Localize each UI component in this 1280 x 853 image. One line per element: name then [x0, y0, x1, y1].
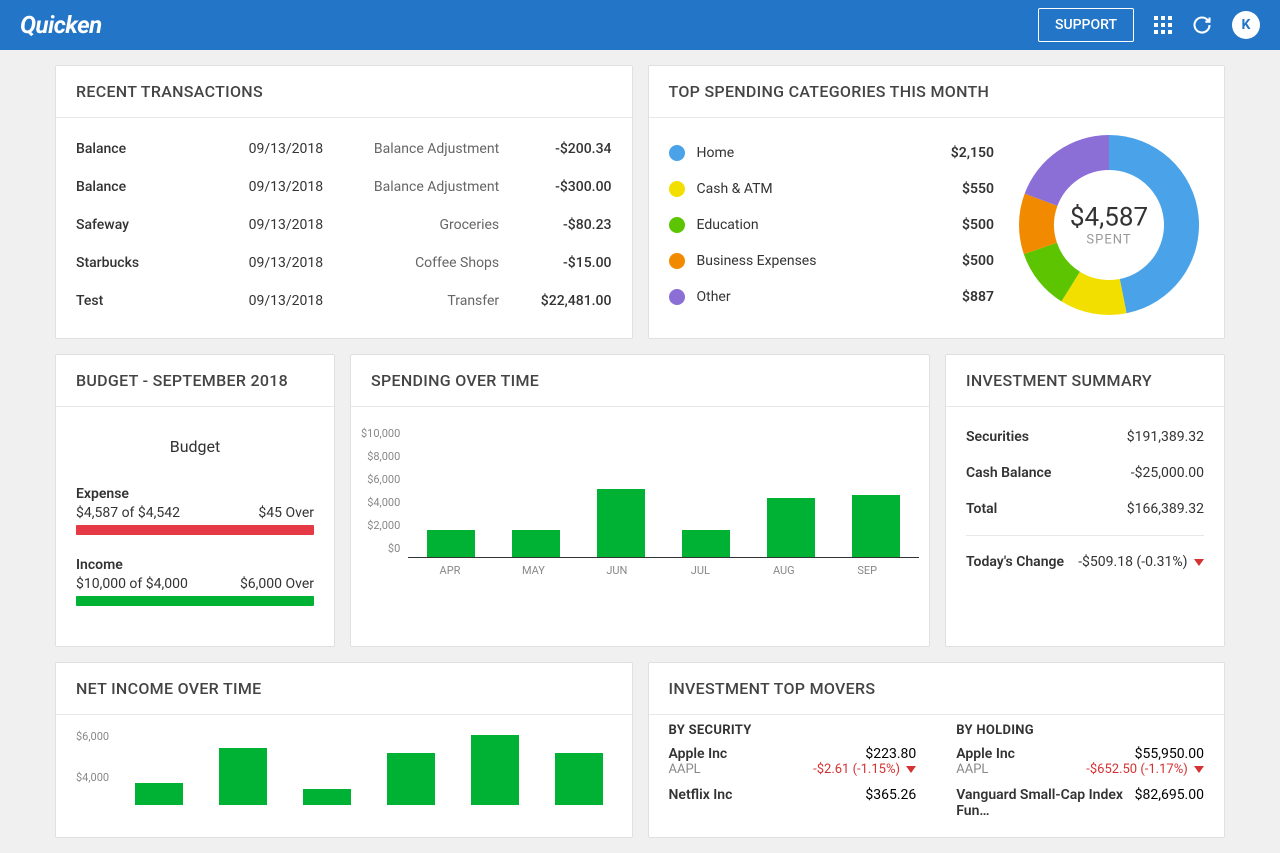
- header-actions: SUPPORT K: [1038, 8, 1260, 42]
- transaction-row[interactable]: Balance09/13/2018Balance Adjustment-$300…: [76, 168, 612, 206]
- budget-expense-line: $4,587 of $4,542: [76, 505, 180, 521]
- recent-transactions-card: RECENT TRANSACTIONS Balance09/13/2018Bal…: [55, 65, 633, 339]
- legend-item[interactable]: Other$887: [669, 279, 995, 315]
- apps-grid-icon[interactable]: [1154, 16, 1172, 34]
- transaction-row[interactable]: Test09/13/2018Transfer$22,481.00: [76, 282, 612, 320]
- chart-bars: [408, 427, 919, 558]
- net-income-card: NET INCOME OVER TIME $6,000$4,000: [55, 662, 633, 838]
- down-arrow-icon: [1194, 766, 1204, 773]
- app-header: Quicken SUPPORT K: [0, 0, 1280, 50]
- budget-income-line: $10,000 of $4,000: [76, 576, 188, 592]
- movers-by-security: BY SECURITY Apple Inc$223.80AAPL-$2.61 (…: [669, 723, 917, 829]
- legend-item[interactable]: Home$2,150: [669, 135, 995, 171]
- card-title: INVESTMENT TOP MOVERS: [649, 663, 1225, 715]
- transaction-row[interactable]: Balance09/13/2018Balance Adjustment-$200…: [76, 130, 612, 168]
- spending-total: $4,587: [1070, 203, 1148, 233]
- movers-by-holding: BY HOLDING Apple Inc$55,950.00AAPL-$652.…: [956, 723, 1204, 829]
- card-title: SPENDING OVER TIME: [351, 355, 929, 407]
- card-title: NET INCOME OVER TIME: [56, 663, 632, 715]
- mover-row[interactable]: Apple Inc$223.80AAPL-$2.61 (-1.15%): [669, 746, 917, 777]
- budget-income: Income $10,000 of $4,000 $6,000 Over: [76, 557, 314, 606]
- chart-x-axis: APRMAYJUNJULAUGSEP: [408, 558, 919, 577]
- budget-income-over: $6,000 Over: [240, 576, 314, 592]
- spending-legend: Home$2,150Cash & ATM$550Education$500Bus…: [669, 135, 995, 315]
- budget-subtitle: Budget: [76, 437, 314, 456]
- spending-donut-chart: $4,587 SPENT: [1014, 130, 1204, 320]
- budget-expense: Expense $4,587 of $4,542 $45 Over: [76, 486, 314, 535]
- mover-row[interactable]: Netflix Inc$365.26: [669, 787, 917, 803]
- dashboard-content: RECENT TRANSACTIONS Balance09/13/2018Bal…: [0, 50, 1280, 853]
- investment-summary-card: INVESTMENT SUMMARY Securities$191,389.32…: [945, 354, 1225, 647]
- investment-row: Total$166,389.32: [966, 491, 1204, 527]
- refresh-icon[interactable]: [1192, 15, 1212, 35]
- movers-col-header: BY SECURITY: [669, 723, 917, 738]
- mover-row[interactable]: Apple Inc$55,950.00AAPL-$652.50 (-1.17%): [956, 746, 1204, 777]
- legend-item[interactable]: Education$500: [669, 207, 995, 243]
- investment-row: Securities$191,389.32: [966, 419, 1204, 455]
- budget-expense-bar: [76, 525, 314, 535]
- legend-item[interactable]: Cash & ATM$550: [669, 171, 995, 207]
- card-title: RECENT TRANSACTIONS: [56, 66, 632, 118]
- mover-row[interactable]: Vanguard Small-Cap Index Fun…$82,695.00: [956, 787, 1204, 819]
- investment-top-movers-card: INVESTMENT TOP MOVERS BY SECURITY Apple …: [648, 662, 1226, 838]
- logo: Quicken: [20, 11, 102, 39]
- chart-y-axis: $10,000$8,000$6,000$4,000$2,000$0: [361, 427, 408, 577]
- budget-expense-over: $45 Over: [258, 505, 314, 521]
- spending-over-time-card: SPENDING OVER TIME $10,000$8,000$6,000$4…: [350, 354, 930, 647]
- spending-total-label: SPENT: [1070, 233, 1148, 248]
- down-arrow-icon: [906, 766, 916, 773]
- support-button[interactable]: SUPPORT: [1038, 8, 1134, 42]
- transaction-row[interactable]: Safeway09/13/2018Groceries-$80.23: [76, 206, 612, 244]
- card-title: TOP SPENDING CATEGORIES THIS MONTH: [649, 66, 1225, 118]
- down-arrow-icon: [1194, 559, 1204, 566]
- budget-income-bar: [76, 596, 314, 606]
- chart-bars: [117, 730, 621, 805]
- investment-row: Cash Balance-$25,000.00: [966, 455, 1204, 491]
- chart-y-axis: $6,000$4,000: [76, 730, 117, 805]
- top-spending-card: TOP SPENDING CATEGORIES THIS MONTH Home$…: [648, 65, 1226, 339]
- card-title: INVESTMENT SUMMARY: [946, 355, 1224, 407]
- legend-item[interactable]: Business Expenses$500: [669, 243, 995, 279]
- investment-change: Today's Change-$509.18 (-0.31%): [966, 544, 1204, 580]
- movers-col-header: BY HOLDING: [956, 723, 1204, 738]
- transaction-row[interactable]: Starbucks09/13/2018Coffee Shops-$15.00: [76, 244, 612, 282]
- budget-card: BUDGET - SEPTEMBER 2018 Budget Expense $…: [55, 354, 335, 647]
- card-title: BUDGET - SEPTEMBER 2018: [56, 355, 334, 407]
- budget-expense-label: Expense: [76, 486, 314, 502]
- budget-income-label: Income: [76, 557, 314, 573]
- avatar[interactable]: K: [1232, 11, 1260, 39]
